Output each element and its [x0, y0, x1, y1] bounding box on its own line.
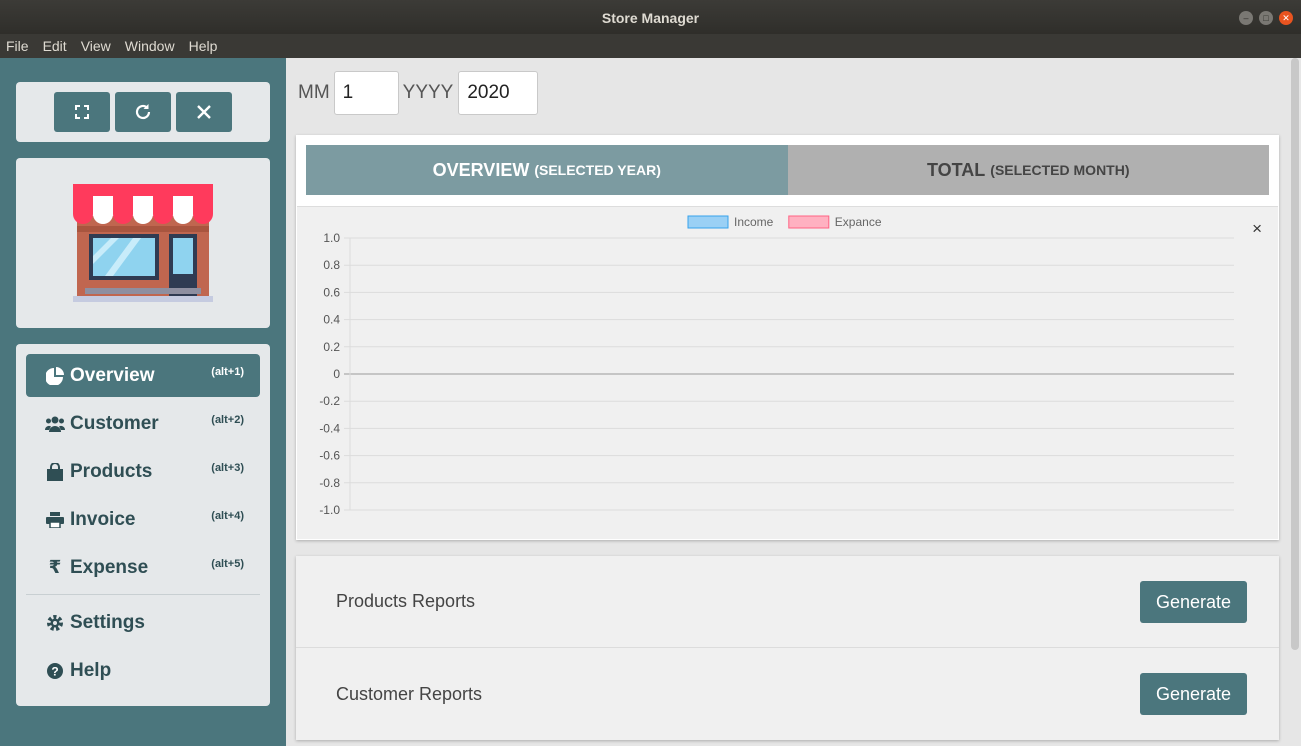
sidebar-item-settings[interactable]: Settings — [26, 601, 260, 644]
menu-edit[interactable]: Edit — [43, 38, 67, 54]
y-tick-label: -0.4 — [319, 421, 340, 435]
menu-help[interactable]: Help — [189, 38, 218, 54]
sidebar-item-label: Overview — [70, 364, 155, 386]
month-label: MM — [298, 82, 330, 103]
shortcut-hint: (alt+3) — [211, 462, 244, 474]
sidebar-nav: Overview (alt+1) Customer (alt+2) Produc… — [16, 344, 270, 706]
sidebar-item-label: Settings — [70, 611, 145, 633]
maximize-button[interactable]: □ — [1259, 11, 1273, 25]
report-row-customers: Customer Reports Generate — [296, 648, 1279, 740]
svg-text:?: ? — [51, 664, 58, 678]
sidebar-item-overview[interactable]: Overview (alt+1) — [26, 354, 260, 397]
year-label: YYYY — [402, 82, 454, 103]
menu-file[interactable]: File — [6, 38, 29, 54]
tab-title: TOTAL — [926, 159, 986, 180]
legend-swatch — [788, 215, 830, 229]
close-icon — [197, 105, 211, 119]
sidebar-item-label: Help — [70, 659, 112, 681]
report-row-products: Products Reports Generate — [296, 556, 1279, 648]
store-logo-card — [16, 158, 270, 328]
y-tick-label: 0 — [333, 367, 340, 381]
report-label: Customer Reports — [336, 683, 483, 704]
date-selector: MM YYYY — [298, 71, 539, 115]
close-icon: ✕ — [1282, 12, 1290, 23]
y-tick-label: 1.0 — [323, 231, 340, 245]
y-tick-label: 0.8 — [323, 258, 340, 272]
rupee-icon: ₹ — [48, 557, 62, 577]
minimize-icon: – — [1243, 12, 1249, 23]
chart-card: OVERVIEW (SELECTED YEAR) TOTAL (SELECTED… — [296, 135, 1279, 540]
chart-tabs: OVERVIEW (SELECTED YEAR) TOTAL (SELECTED… — [306, 145, 1269, 195]
refresh-button[interactable] — [115, 92, 171, 132]
generate-products-report-button[interactable]: Generate — [1140, 581, 1247, 623]
window-close-button[interactable]: ✕ — [1279, 11, 1293, 25]
report-label: Products Reports — [336, 591, 476, 611]
store-logo — [73, 184, 213, 302]
gear-icon — [42, 614, 68, 632]
shopping-bag-icon — [42, 462, 68, 481]
sidebar-item-invoice[interactable]: Invoice (alt+4) — [26, 498, 260, 541]
sidebar-item-label: Customer — [70, 412, 159, 434]
tab-total[interactable]: TOTAL (SELECTED MONTH) — [787, 145, 1269, 195]
minimize-button[interactable]: – — [1239, 11, 1253, 25]
close-button[interactable] — [176, 92, 232, 132]
sidebar: Overview (alt+1) Customer (alt+2) Produc… — [0, 58, 286, 746]
printer-icon — [42, 511, 68, 528]
sidebar-item-help[interactable]: ? Help — [26, 649, 260, 692]
reports-card: Products Reports Generate Customer Repor… — [296, 556, 1279, 740]
scrollbar-thumb[interactable] — [1291, 58, 1299, 650]
menu-window[interactable]: Window — [125, 38, 175, 54]
help-icon: ? — [42, 662, 68, 680]
users-icon — [42, 416, 68, 432]
y-tick-label: -0.2 — [319, 394, 340, 408]
pie-chart-icon — [42, 366, 68, 385]
tab-subtitle: (SELECTED YEAR) — [534, 162, 661, 178]
y-tick-label: 0.4 — [323, 313, 340, 327]
y-tick-label: 0.6 — [323, 285, 340, 299]
fullscreen-icon — [75, 105, 89, 119]
window-controls-card — [16, 82, 270, 142]
sidebar-item-expense[interactable]: ₹ Expense (alt+5) — [26, 546, 260, 589]
shortcut-hint: (alt+4) — [211, 510, 244, 522]
maximize-icon: □ — [1263, 12, 1269, 23]
chart-close-button[interactable]: × — [1252, 219, 1262, 239]
chart-area: 1.0 0.8 0.6 0.4 0.2 0 -0.2 -0.4 -0.6 -0.8 -1.0 Inco… — [297, 206, 1278, 539]
y-tick-label: 0.2 — [323, 340, 340, 354]
fullscreen-button[interactable] — [54, 92, 110, 132]
shortcut-hint: (alt+1) — [211, 366, 244, 378]
menu-bar: File Edit View Window Help — [0, 34, 1301, 58]
sidebar-item-label: Invoice — [70, 508, 136, 530]
generate-customer-report-button[interactable]: Generate — [1140, 673, 1247, 715]
y-tick-label: -0.8 — [319, 476, 340, 490]
main-content: MM YYYY OVERVIEW (SELECTED YEAR) TOTAL (… — [286, 58, 1289, 746]
window-titlebar: Store Manager – □ ✕ — [0, 0, 1301, 34]
sidebar-item-label: Products — [70, 460, 153, 482]
legend-swatch — [687, 215, 729, 229]
sidebar-item-products[interactable]: Products (alt+3) — [26, 450, 260, 493]
month-input[interactable] — [333, 71, 399, 115]
legend-label: Income — [734, 215, 774, 229]
sidebar-item-label: Expense — [70, 556, 149, 578]
tab-overview[interactable]: OVERVIEW (SELECTED YEAR) — [306, 145, 788, 195]
menu-view[interactable]: View — [81, 38, 111, 54]
sidebar-item-customer[interactable]: Customer (alt+2) — [26, 402, 260, 445]
nav-divider — [26, 594, 260, 595]
y-tick-label: -1.0 — [319, 503, 340, 517]
shortcut-hint: (alt+2) — [211, 414, 244, 426]
y-tick-label: -0.6 — [319, 449, 340, 463]
income-expense-chart: 1.0 0.8 0.6 0.4 0.2 0 -0.2 -0.4 -0.6 -0.8 -1.0 Inco… — [319, 215, 1234, 517]
legend-label: Expance — [835, 215, 882, 229]
year-input[interactable] — [458, 71, 539, 115]
window-title: Store Manager — [601, 10, 700, 26]
tab-title: OVERVIEW — [432, 159, 530, 180]
shortcut-hint: (alt+5) — [211, 558, 244, 570]
tab-subtitle: (SELECTED MONTH) — [990, 162, 1130, 178]
refresh-icon — [135, 104, 151, 120]
